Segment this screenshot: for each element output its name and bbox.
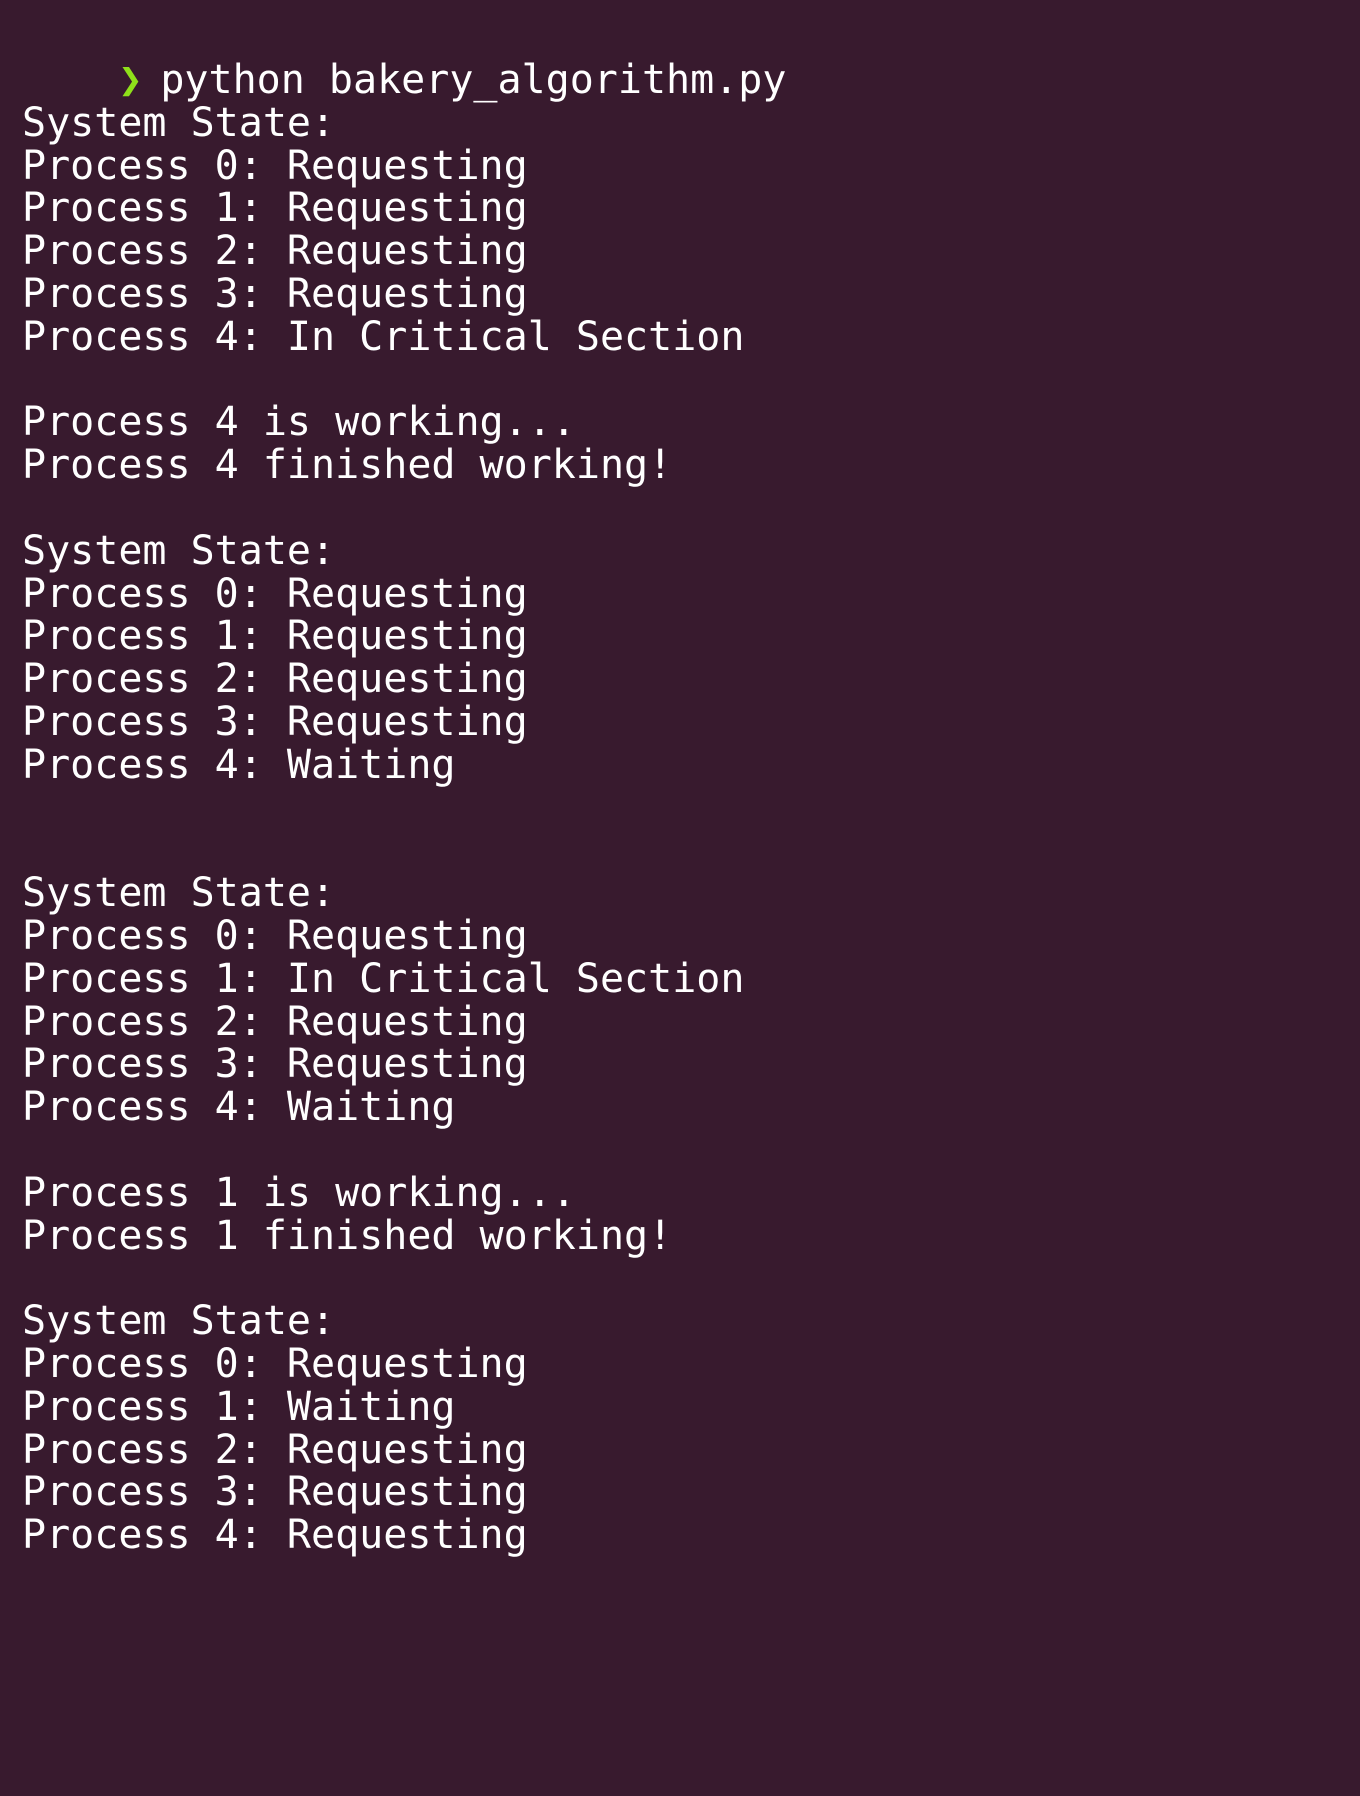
output-line: Process 4: In Critical Section <box>22 314 745 360</box>
output-line: System State: <box>22 100 336 146</box>
terminal-window[interactable]: ❯ python bakery_algorithm.py System State… <box>0 0 1360 1796</box>
output-line: Process 3: Requesting <box>22 1469 528 1515</box>
output-line: Process 3: Requesting <box>22 1041 528 1087</box>
output-line: Process 4: Waiting <box>22 1084 456 1130</box>
command-text: python bakery_algorithm.py <box>160 57 787 103</box>
output-line: Process 2: Requesting <box>22 228 528 274</box>
output-line: Process 3: Requesting <box>22 699 528 745</box>
output-line: Process 1: Waiting <box>22 1384 456 1430</box>
output-line: Process 1: Requesting <box>22 185 528 231</box>
output-line: Process 0: Requesting <box>22 1341 528 1387</box>
output-line: Process 1: In Critical Section <box>22 956 745 1002</box>
output-line: Process 4: Requesting <box>22 1512 528 1558</box>
output-line: System State: <box>22 870 336 916</box>
output-line: System State: <box>22 1298 336 1344</box>
command-prompt-line: ❯ python bakery_algorithm.py <box>22 7 786 103</box>
output-line: Process 4 is working... <box>22 399 576 445</box>
output-line: Process 4 finished working! <box>22 442 673 488</box>
output-line: Process 4: Waiting <box>22 742 456 788</box>
output-line: System State: <box>22 528 336 574</box>
output-line: Process 1 is working... <box>22 1170 576 1216</box>
output-line: Process 2: Requesting <box>22 656 528 702</box>
output-line: Process 3: Requesting <box>22 271 528 317</box>
output-line: Process 1: Requesting <box>22 613 528 659</box>
output-line: Process 1 finished working! <box>22 1213 673 1259</box>
output-line: Process 0: Requesting <box>22 913 528 959</box>
prompt-chevron-icon: ❯ <box>118 57 143 103</box>
